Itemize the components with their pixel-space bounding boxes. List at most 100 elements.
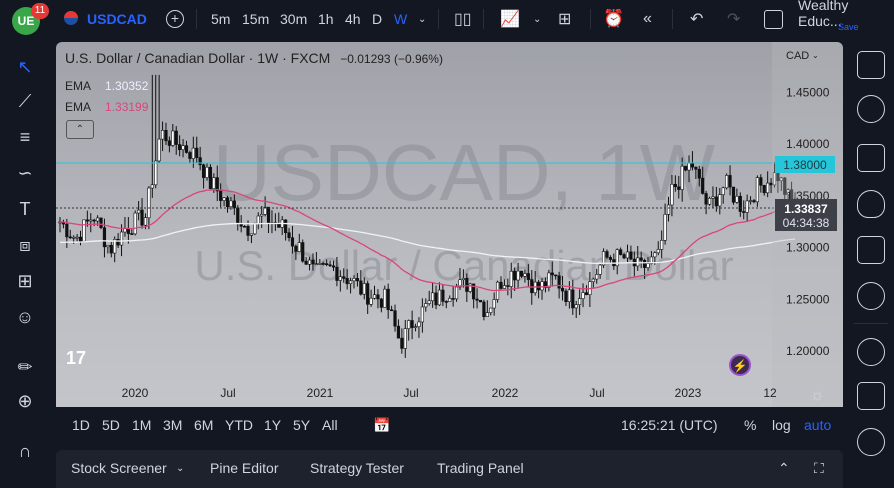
settings-icon[interactable]: ☼ <box>810 387 825 404</box>
interval-5m[interactable]: 5m <box>211 0 230 38</box>
interval-label: 1W <box>257 50 279 66</box>
chevron-down-icon[interactable]: ⌄ <box>418 0 426 38</box>
interval-w[interactable]: W <box>394 0 407 38</box>
interval-d[interactable]: D <box>372 0 382 38</box>
candle <box>301 242 305 262</box>
interval-15m[interactable]: 15m <box>242 0 269 38</box>
candle <box>519 270 524 277</box>
candle <box>653 252 657 258</box>
chat-icon[interactable] <box>857 338 885 366</box>
hotlist-icon[interactable] <box>857 190 885 218</box>
fullscreen-icon[interactable] <box>764 0 783 38</box>
chart-area[interactable]: USDCAD, 1W U.S. Dollar / Canadian Dollar… <box>56 42 843 407</box>
range-6m[interactable]: 6M <box>194 407 213 444</box>
text-icon[interactable]: T <box>12 196 38 222</box>
tab-strategy-tester[interactable]: Strategy Tester <box>310 450 404 487</box>
ruler-icon[interactable]: ✏ <box>12 354 38 380</box>
chart-legend: U.S. Dollar / Canadian Dollar · 1W · FXC… <box>65 50 443 66</box>
candle <box>451 298 455 300</box>
collapse-legend-button[interactable]: ⌃ <box>66 120 94 139</box>
candles-icon[interactable]: ▯▯ <box>454 0 472 38</box>
magnet-icon[interactable]: ∩ <box>12 438 38 464</box>
ema-row[interactable]: EMA 1.30352 <box>65 76 148 97</box>
candle <box>441 289 445 302</box>
add-list-icon[interactable] <box>857 144 885 172</box>
calendar-icon[interactable] <box>857 236 885 264</box>
candle <box>407 320 411 329</box>
candle <box>697 168 701 179</box>
range-1y[interactable]: 1Y <box>264 407 281 444</box>
indicators-icon[interactable]: 📈 <box>500 0 520 38</box>
prediction-icon[interactable]: ⊞ <box>12 268 38 294</box>
range-all[interactable]: All <box>322 407 338 444</box>
candle <box>434 292 438 306</box>
candle <box>690 163 695 168</box>
maximize-panel-icon[interactable]: ⛶ <box>814 450 824 487</box>
candle <box>608 257 612 260</box>
svg-text:⚡: ⚡ <box>733 359 748 373</box>
alert-icon[interactable]: ⏰ <box>603 0 624 38</box>
candle <box>352 278 356 282</box>
symbol-search[interactable]: USDCAD <box>87 0 147 38</box>
fib-icon[interactable]: ≡ <box>12 124 38 150</box>
add-symbol-icon[interactable]: + <box>165 0 185 38</box>
tab-stock-screener[interactable]: Stock Screener <box>71 450 167 487</box>
interval-30m[interactable]: 30m <box>280 0 307 38</box>
candle <box>208 166 213 189</box>
candle <box>164 130 168 142</box>
brush-icon[interactable]: ∽ <box>12 160 38 186</box>
candle <box>694 166 698 170</box>
candle <box>725 175 729 189</box>
range-toolbar: 1D 5D 1M 3M 6M YTD 1Y 5Y All 📅 16:25:21 … <box>56 407 843 444</box>
candle <box>260 214 264 217</box>
collapse-panel-icon[interactable]: ⌃ <box>778 450 790 487</box>
candle <box>677 186 681 190</box>
percent-toggle[interactable]: % <box>744 407 756 444</box>
candle <box>444 301 448 303</box>
candle <box>605 251 609 258</box>
ideas-icon[interactable] <box>857 282 885 310</box>
candle <box>656 249 660 254</box>
layout-icon[interactable]: ⊞ <box>558 0 571 38</box>
cursor-icon[interactable]: ↖ <box>12 54 38 80</box>
date-range-icon[interactable]: 📅 <box>373 407 390 444</box>
range-ytd[interactable]: YTD <box>225 407 253 444</box>
price-tick: 1.20000 <box>786 344 830 358</box>
ema-row[interactable]: EMA 1.33199 <box>65 97 148 118</box>
tab-trading-panel[interactable]: Trading Panel <box>437 450 524 487</box>
range-1d[interactable]: 1D <box>72 407 90 444</box>
time-tick: 2023 <box>675 386 702 400</box>
range-3m[interactable]: 3M <box>163 407 182 444</box>
tab-pine-editor[interactable]: Pine Editor <box>210 450 278 487</box>
candle <box>410 320 414 328</box>
zoom-in-icon[interactable]: ⊕ <box>12 388 38 414</box>
chevron-down-icon[interactable]: ⌄ <box>533 0 541 38</box>
replay-icon[interactable]: « <box>643 0 652 38</box>
interval-1h[interactable]: 1h <box>318 0 334 38</box>
messages-icon[interactable] <box>857 382 885 410</box>
trendline-icon[interactable]: ⟋ <box>12 88 38 114</box>
auto-toggle[interactable]: auto <box>804 407 831 444</box>
chevron-down-icon[interactable]: ⌄ <box>176 450 184 487</box>
interval-4h[interactable]: 4h <box>345 0 361 38</box>
alarm-icon[interactable] <box>857 95 885 123</box>
log-toggle[interactable]: log <box>772 407 791 444</box>
range-5d[interactable]: 5D <box>102 407 120 444</box>
range-5y[interactable]: 5Y <box>293 407 310 444</box>
candle <box>85 219 89 222</box>
candle <box>574 304 578 309</box>
undo-icon[interactable]: ↶ <box>690 0 703 38</box>
symbol-title: U.S. Dollar / Canadian Dollar <box>65 50 245 66</box>
chevron-down-icon[interactable]: ⌄ <box>812 51 819 60</box>
candle <box>523 273 527 277</box>
clock-time[interactable]: 16:25:21 (UTC) <box>621 407 717 444</box>
redo-icon[interactable]: ↷ <box>727 0 740 38</box>
candle <box>704 193 708 205</box>
watchlist-icon[interactable] <box>857 51 885 79</box>
pattern-icon[interactable]: ⧈ <box>12 232 38 258</box>
help-icon[interactable] <box>857 428 885 456</box>
currency-selector[interactable]: CAD <box>786 50 809 62</box>
range-1m[interactable]: 1M <box>132 407 151 444</box>
price-chart[interactable]: USDCAD, 1W U.S. Dollar / Canadian Dollar… <box>56 42 843 407</box>
emoji-icon[interactable]: ☺ <box>12 304 38 330</box>
